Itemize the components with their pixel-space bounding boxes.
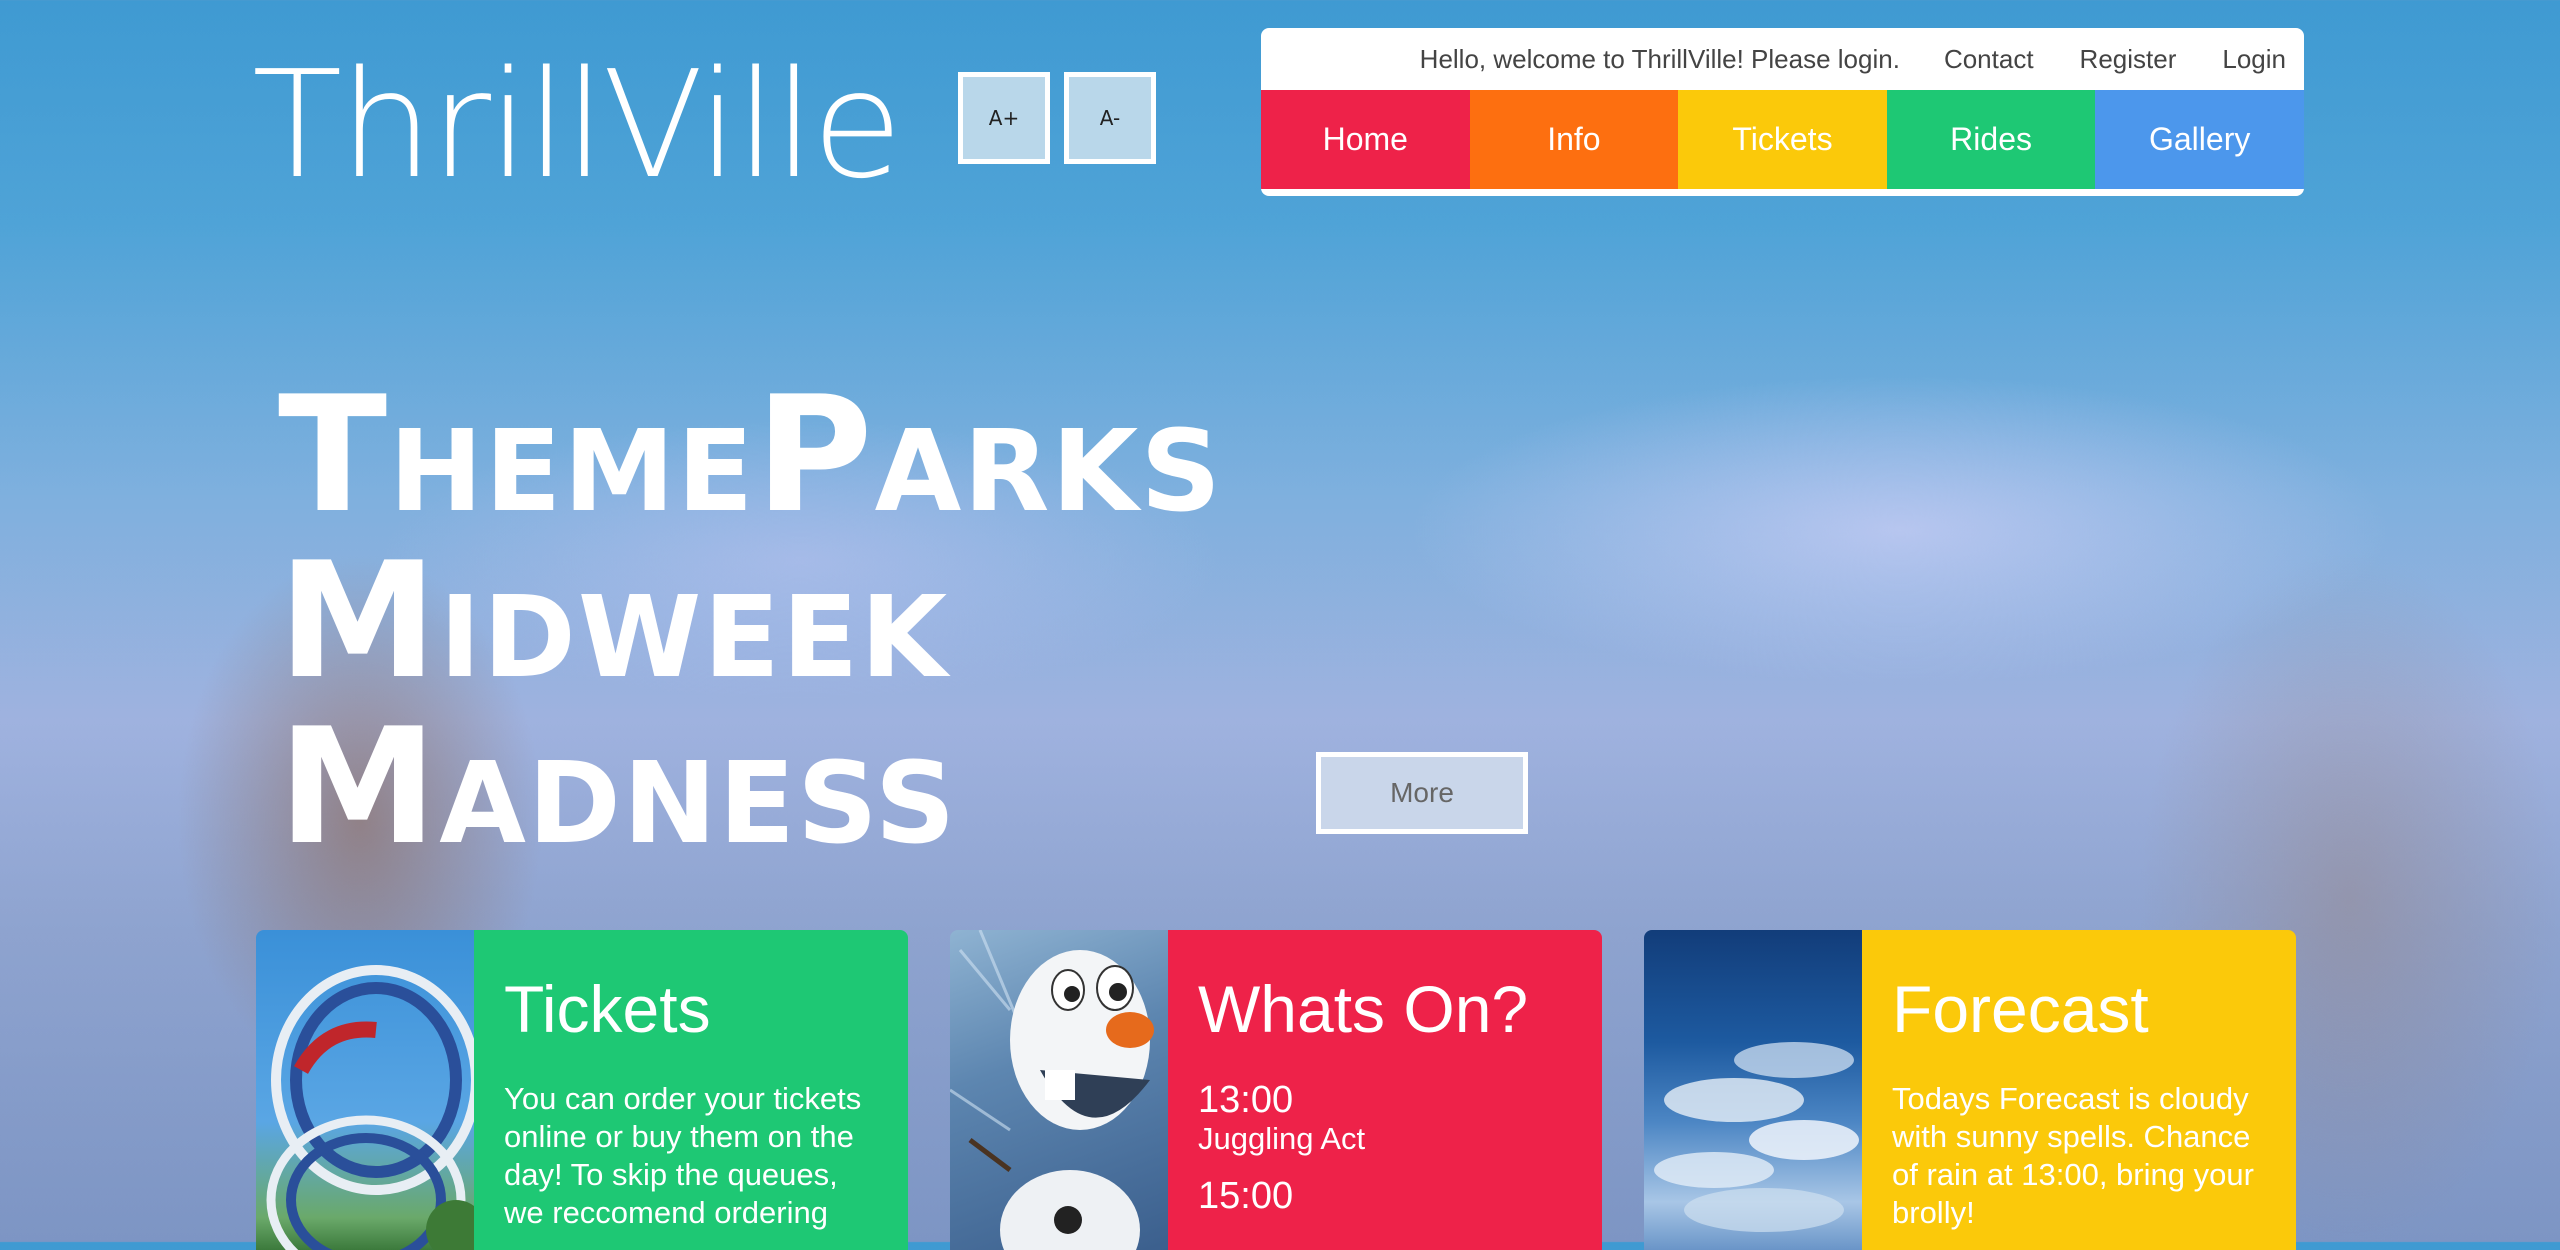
forecast-card[interactable]: Forecast Todays Forecast is cloudy with … bbox=[1644, 930, 2296, 1250]
forecast-card-title: Forecast bbox=[1892, 972, 2149, 1046]
nav-rides[interactable]: Rides bbox=[1886, 90, 2096, 189]
nav-home[interactable]: Home bbox=[1261, 90, 1470, 189]
hero-line: ThemeParks bbox=[278, 361, 1223, 548]
cloudy-sky-image bbox=[1644, 930, 1862, 1250]
top-navigation-bar: Hello, welcome to ThrillVille! Please lo… bbox=[1261, 28, 2304, 196]
nav-tickets[interactable]: Tickets bbox=[1678, 90, 1887, 189]
forecast-card-body: Forecast Todays Forecast is cloudy with … bbox=[1862, 930, 2296, 1250]
tickets-card-title: Tickets bbox=[504, 972, 711, 1046]
forecast-card-text: Todays Forecast is cloudy with sunny spe… bbox=[1892, 1081, 2254, 1230]
font-increase-button[interactable]: A+ bbox=[958, 72, 1050, 164]
welcome-message: Hello, welcome to ThrillVille! Please lo… bbox=[1419, 43, 1900, 74]
whats-on-card[interactable]: Whats On? 13:00 Juggling Act 15:00 bbox=[950, 930, 1602, 1250]
tickets-card-body: Tickets You can order your tickets onlin… bbox=[474, 930, 908, 1250]
tickets-card-text: You can order your tickets online or buy… bbox=[504, 1081, 862, 1230]
snowman-illustration bbox=[950, 930, 1154, 1250]
tickets-card[interactable]: Tickets You can order your tickets onlin… bbox=[256, 930, 908, 1250]
login-link[interactable]: Login bbox=[2222, 44, 2286, 75]
hero-headline: ThemeParks Midweek Madness bbox=[278, 372, 1223, 870]
site-logo[interactable]: ThrillVille bbox=[252, 40, 903, 210]
whats-on-card-title: Whats On? bbox=[1198, 972, 1529, 1046]
event-act: Juggling Act bbox=[1198, 1121, 1366, 1156]
nav-info[interactable]: Info bbox=[1469, 90, 1679, 189]
hero-line: Midweek bbox=[278, 527, 950, 714]
main-nav: Home Info Tickets Rides Gallery bbox=[1261, 90, 2304, 189]
rollercoaster-illustration bbox=[266, 965, 474, 1250]
snowman-image bbox=[950, 930, 1168, 1250]
font-decrease-button[interactable]: A- bbox=[1064, 72, 1156, 164]
event-time: 13:00 bbox=[1198, 1079, 1294, 1121]
more-button[interactable]: More bbox=[1316, 752, 1528, 834]
event-time: 15:00 bbox=[1198, 1175, 1294, 1217]
cloudy-sky-illustration bbox=[1654, 1042, 1859, 1232]
register-link[interactable]: Register bbox=[2080, 44, 2177, 75]
whats-on-card-body: Whats On? 13:00 Juggling Act 15:00 bbox=[1168, 930, 1602, 1250]
hero-line: Madness bbox=[278, 693, 958, 880]
account-links: Hello, welcome to ThrillVille! Please lo… bbox=[1420, 28, 2286, 90]
nav-gallery[interactable]: Gallery bbox=[2095, 90, 2304, 189]
rollercoaster-image bbox=[256, 930, 474, 1250]
contact-link[interactable]: Contact bbox=[1944, 44, 2034, 75]
